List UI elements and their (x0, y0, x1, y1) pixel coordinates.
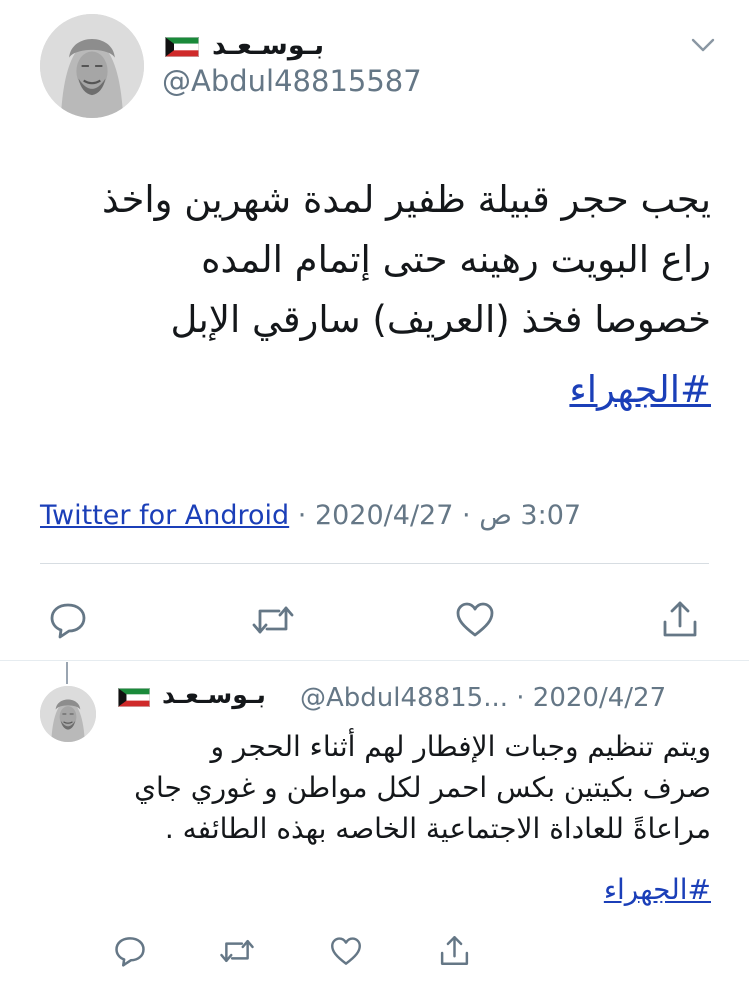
kuwait-flag-icon (118, 688, 150, 707)
chevron-down-icon[interactable] (690, 36, 716, 54)
avatar-portrait-image (40, 14, 144, 118)
avatar-portrait-image (40, 686, 96, 742)
tweet-text-line: خصوصا فخذ (العريف) سارقي الإبل (170, 297, 711, 341)
share-button[interactable] (658, 598, 702, 640)
reply-header-meta: @Abdul48815... · 2020/4/27 (300, 683, 666, 713)
reply-text-line: صرف بكيتين بكس احمر لكل مواطن و غوري جاي (134, 771, 711, 805)
like-button[interactable] (453, 600, 497, 640)
reply-button[interactable] (112, 934, 148, 968)
avatar[interactable] (40, 14, 144, 118)
divider (40, 563, 709, 564)
display-name[interactable]: بـوسـعـد (162, 680, 266, 709)
retweet-button[interactable] (218, 934, 256, 968)
tweet-text: يجب حجر قبيلة ظفير لمدة شهرين واخذ راع ا… (21, 170, 711, 420)
reply-icon (50, 603, 86, 639)
hashtag-link[interactable]: #الجهراء (604, 873, 711, 906)
retweet-button[interactable] (250, 600, 296, 640)
user-handle[interactable]: @Abdul48815... (300, 683, 508, 713)
tweet-text-line: يجب حجر قبيلة ظفير لمدة شهرين واخذ (102, 178, 711, 221)
avatar[interactable] (40, 686, 96, 742)
meta-separator: · (297, 500, 307, 531)
tweet-date: 2020/4/27 (314, 500, 454, 531)
reply-icon (115, 937, 145, 967)
divider (0, 660, 749, 661)
user-handle[interactable]: @Abdul48815587 (162, 64, 422, 98)
share-button[interactable] (436, 932, 472, 968)
hashtag-link[interactable]: #الجهراء (569, 368, 711, 411)
share-icon (440, 935, 468, 965)
reply-text: ويتم تنظيم وجبات الإفطار لهم أثناء الحجر… (111, 726, 711, 849)
share-icon (663, 601, 697, 637)
tweet-date: 2020/4/27 (532, 683, 667, 713)
heart-icon (331, 936, 361, 965)
like-button[interactable] (328, 934, 364, 968)
tweet-time: 3:07 ص (479, 500, 582, 531)
reply-button[interactable] (46, 600, 90, 640)
thread-connector-line (66, 662, 68, 684)
display-name[interactable]: بـوسـعـد (212, 30, 324, 61)
retweet-icon (252, 606, 294, 634)
heart-icon (456, 602, 494, 637)
source-link[interactable]: Twitter for Android (40, 500, 289, 531)
reply-text-line: ويتم تنظيم وجبات الإفطار لهم أثناء الحجر… (210, 730, 711, 763)
tweet-meta: Twitter for Android · 2020/4/27 · 3:07 ص (40, 500, 581, 531)
meta-separator: · (516, 683, 525, 713)
meta-separator: · (462, 500, 471, 531)
retweet-icon (220, 939, 254, 963)
reply-text-line: مراعاةً للعاداة الاجتماعية الخاصه بهذه ا… (164, 812, 711, 846)
kuwait-flag-icon (165, 37, 199, 57)
tweet-text-line: راع البويت رهينه حتى إتمام المده (201, 237, 711, 281)
